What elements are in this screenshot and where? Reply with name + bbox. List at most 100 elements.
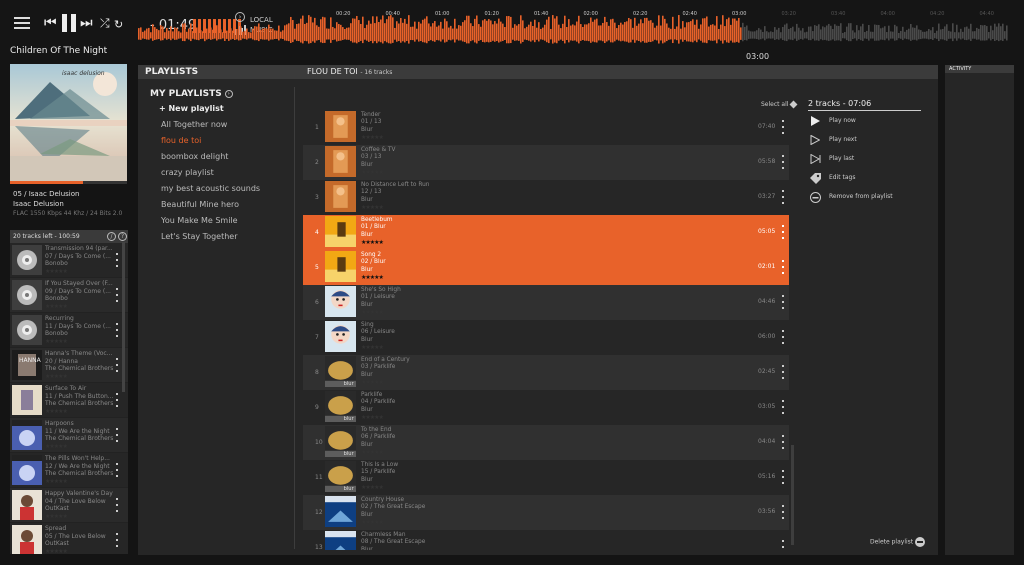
queue-thumbnail — [12, 420, 42, 450]
playlist-item[interactable]: my best acoustic sounds — [161, 184, 260, 200]
more-options-icon[interactable] — [782, 330, 784, 344]
more-options-icon[interactable] — [782, 470, 784, 484]
more-options-icon[interactable] — [116, 393, 118, 407]
queue-item-text: If You Stayed Over (F... 09 / Days To Co… — [45, 280, 113, 310]
next-icon[interactable]: ⏭ — [80, 14, 93, 32]
repeat-icon[interactable]: ↻ — [114, 16, 123, 34]
more-options-icon[interactable] — [116, 253, 118, 267]
menu-icon[interactable] — [14, 17, 30, 29]
more-options-icon[interactable] — [116, 463, 118, 477]
track-thumbnail: blur — [325, 461, 356, 492]
action-play-last[interactable]: Play last — [808, 152, 893, 171]
more-options-icon[interactable] — [782, 505, 784, 519]
clear-queue-icon[interactable]: / — [107, 232, 116, 241]
queue-item[interactable]: Spread 05 / The Love Below OutKast ★★★★★ — [10, 523, 128, 554]
track-row[interactable]: 11 blur This Is a Low 15 / Parklife Blur… — [303, 460, 789, 495]
playlist-item[interactable]: flou de toi — [161, 136, 260, 152]
queue-item-text: Recurring 11 / Days To Come (... Bonobo … — [45, 315, 111, 345]
track-duration: 03:56 — [758, 508, 776, 515]
queue-thumbnail — [12, 490, 42, 520]
pause-icon[interactable] — [62, 14, 76, 32]
track-row[interactable]: 12 Country House 02 / The Great Escape B… — [303, 495, 789, 530]
track-thumbnail — [325, 251, 356, 282]
queue-info-icon[interactable]: ? — [118, 232, 127, 241]
queue-item[interactable]: The Pills Won't Help... 12 / We Are the … — [10, 453, 128, 488]
track-row[interactable]: 6 She's So High 01 / Leisure Blur ★★★★★ … — [303, 285, 789, 320]
playlist-item[interactable]: boombox delight — [161, 152, 260, 168]
more-options-icon[interactable] — [116, 288, 118, 302]
track-row[interactable]: 8 blur End of a Century 03 / Parklife Bl… — [303, 355, 789, 390]
track-row[interactable]: 7 Sing 06 / Leisure Blur ★★★★★ 06:00 — [303, 320, 789, 355]
action-remove-from-playlist[interactable]: Remove from playlist — [808, 190, 893, 209]
track-duration: 02:01 — [758, 263, 776, 270]
track-duration: 05:58 — [758, 158, 776, 165]
track-duration: 03:27 — [758, 193, 776, 200]
track-row[interactable]: 2 Coffee & TV 03 / 13 Blur ★★★★★ 05:58 — [303, 145, 789, 180]
queue-thumbnail — [12, 280, 42, 310]
track-row[interactable]: 1 Tender 01 / 13 Blur ★★★★★ 07:40 — [303, 110, 789, 145]
queue-item[interactable]: If You Stayed Over (F... 09 / Days To Co… — [10, 278, 128, 313]
more-options-icon[interactable] — [782, 260, 784, 274]
track-row[interactable]: 10 blur To the End 06 / Parklife Blur ★★… — [303, 425, 789, 460]
track-thumbnail — [325, 111, 356, 142]
track-info: No Distance Left to Run 12 / 13 Blur ★★★… — [361, 182, 430, 211]
playlist-item[interactable]: All Together now — [161, 120, 260, 136]
select-all-button[interactable]: Select all — [761, 100, 798, 109]
more-options-icon[interactable] — [116, 498, 118, 512]
track-number: 9 — [315, 404, 319, 411]
more-options-icon[interactable] — [116, 358, 118, 372]
more-options-icon[interactable] — [782, 365, 784, 379]
track-row[interactable]: 5 Song 2 02 / Blur Blur ★★★★★ 02:01 — [303, 250, 789, 285]
track-number: 7 — [315, 334, 319, 341]
previous-icon[interactable]: ⏮ — [44, 14, 57, 32]
track-row[interactable]: 9 blur Parklife 04 / Parklife Blur ★★★★★… — [303, 390, 789, 425]
track-progress[interactable] — [10, 181, 127, 184]
queue-item[interactable]: Surface To Air 11 / Push The Button... T… — [10, 383, 128, 418]
track-row[interactable]: 4 Beetlebum 01 / Blur Blur ★★★★★ 05:05 — [303, 215, 789, 250]
more-options-icon[interactable] — [116, 428, 118, 442]
action-play-now[interactable]: Play now — [808, 114, 893, 133]
more-options-icon[interactable] — [782, 120, 784, 134]
more-options-icon[interactable] — [782, 155, 784, 169]
album-cover[interactable]: isaac delusion — [10, 64, 127, 181]
track-thumbnail — [325, 286, 356, 317]
playlist-item[interactable]: crazy playlist — [161, 168, 260, 184]
queue-item[interactable]: HANNA Hanna's Theme (Voc... 20 / Hanna T… — [10, 348, 128, 383]
timeline-label: 02:20 — [633, 11, 648, 17]
new-playlist-button[interactable]: + New playlist — [159, 104, 224, 113]
track-row[interactable]: 13 Charmless Man 08 / The Great Escape B… — [303, 530, 789, 550]
track-thumbnail: blur — [325, 356, 356, 387]
queue-item[interactable]: Transmission 94 (par... 07 / Days To Com… — [10, 243, 128, 278]
track-row[interactable]: 3 No Distance Left to Run 12 / 13 Blur ★… — [303, 180, 789, 215]
track-duration: 06:00 — [758, 333, 776, 340]
player-bar: ⏮ ⏭ ⤮ ↻ - 01:49 › LOCAL MUSIC 00:2000:40… — [0, 0, 1024, 61]
playlist-item[interactable]: You Make Me Smile — [161, 216, 260, 232]
shuffle-icon[interactable]: ⤮ — [100, 14, 110, 32]
queue-item-text: Happy Valentine's Day 04 / The Love Belo… — [45, 490, 113, 520]
more-options-icon[interactable] — [782, 400, 784, 414]
more-options-icon[interactable] — [782, 435, 784, 449]
more-options-icon[interactable] — [782, 540, 784, 550]
my-playlists-heading[interactable]: MY PLAYLISTS › — [150, 89, 233, 99]
playlist-item[interactable]: Beautiful Mine hero — [161, 200, 260, 216]
track-duration: 02:45 — [758, 368, 776, 375]
queue-item[interactable]: Recurring 11 / Days To Come (... Bonobo … — [10, 313, 128, 348]
more-options-icon[interactable] — [782, 295, 784, 309]
more-options-icon[interactable] — [782, 225, 784, 239]
action-play-next[interactable]: Play next — [808, 133, 893, 152]
waveform-seekbar[interactable]: 00:20 00:40 01:00 01:20 01:40 02:00 02:20 02:40… — [138, 0, 1008, 61]
now-playing-header: Children Of The Night — [10, 46, 128, 60]
delete-playlist-button[interactable]: Delete playlist — [870, 537, 926, 547]
tracks-scrollbar[interactable] — [791, 445, 794, 545]
more-options-icon[interactable] — [116, 323, 118, 337]
more-options-icon[interactable] — [116, 533, 118, 547]
queue-scrollbar[interactable] — [122, 242, 125, 392]
more-options-icon[interactable] — [782, 190, 784, 204]
timeline-label: 04:00 — [880, 11, 895, 17]
action-edit-tags[interactable]: Edit tags — [808, 171, 893, 190]
queue-item[interactable]: Happy Valentine's Day 04 / The Love Belo… — [10, 488, 128, 523]
playlist-item[interactable]: Let's Stay Together — [161, 232, 260, 248]
playlists-header: PLAYLISTS FLOU DE TOI - 16 tracks — [138, 65, 938, 79]
arrow-right-icon[interactable]: › — [224, 89, 233, 98]
queue-item[interactable]: Harpoons 11 / We Are the Night The Chemi… — [10, 418, 128, 453]
